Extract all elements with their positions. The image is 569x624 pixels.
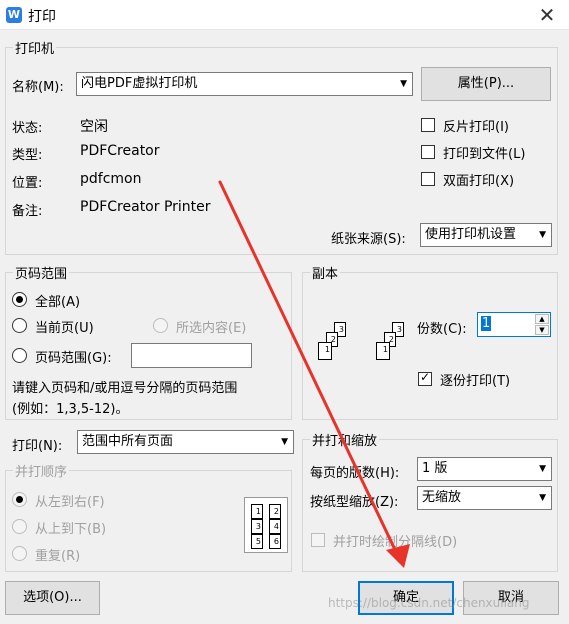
annotation-arrow-icon — [218, 180, 410, 568]
